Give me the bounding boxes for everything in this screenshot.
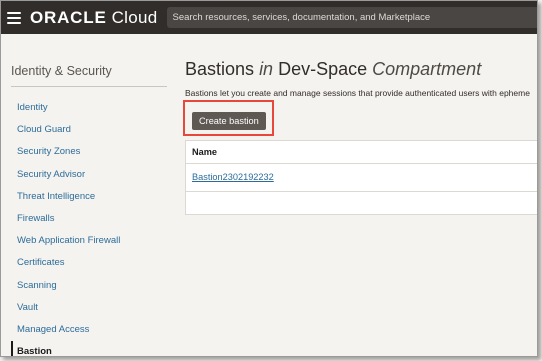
sidebar-item-managed-access[interactable]: Managed Access bbox=[11, 319, 171, 341]
top-navigation-bar: ORACLE Cloud Search resources, services,… bbox=[1, 1, 537, 34]
console-window: ORACLE Cloud Search resources, services,… bbox=[0, 0, 538, 357]
sidebar-item-vault[interactable]: Vault bbox=[11, 297, 171, 319]
search-placeholder: Search resources, services, documentatio… bbox=[172, 12, 431, 23]
page-title: Bastions in Dev-Space Compartment bbox=[185, 59, 481, 80]
table-toolbar: Create bastion bbox=[183, 100, 537, 141]
create-bastion-button[interactable]: Create bastion bbox=[192, 112, 266, 130]
sidebar-item-threat-intelligence[interactable]: Threat Intelligence bbox=[11, 186, 171, 208]
table-divider bbox=[186, 191, 537, 192]
sidebar-item-web-application-firewall[interactable]: Web Application Firewall bbox=[11, 230, 171, 252]
search-input[interactable]: Search resources, services, documentatio… bbox=[166, 7, 537, 28]
page-description: Bastions let you create and manage sessi… bbox=[185, 88, 530, 98]
brand-oracle: ORACLE bbox=[30, 7, 107, 27]
bastions-table: Name Bastion2302192232 bbox=[185, 140, 537, 215]
page-title-suffix: Compartment bbox=[372, 59, 482, 79]
sidebar-title: Identity & Security bbox=[11, 64, 112, 78]
sidebar-item-scanning[interactable]: Scanning bbox=[11, 275, 171, 297]
sidebar-item-identity[interactable]: Identity bbox=[11, 97, 171, 119]
sidebar-divider bbox=[11, 86, 167, 87]
oracle-cloud-logo[interactable]: ORACLE Cloud bbox=[30, 8, 158, 28]
bastion-name-link[interactable]: Bastion2302192232 bbox=[192, 172, 274, 182]
page-title-compartment: Dev-Space bbox=[278, 59, 368, 79]
main-content: Bastions in Dev-Space Compartment Bastio… bbox=[183, 34, 537, 356]
page-title-resource: Bastions bbox=[185, 59, 255, 79]
sidebar-item-cloud-guard[interactable]: Cloud Guard bbox=[11, 119, 171, 141]
sidebar-item-security-zones[interactable]: Security Zones bbox=[11, 141, 171, 163]
table-divider bbox=[186, 163, 537, 164]
sidebar-item-bastion[interactable]: Bastion bbox=[11, 341, 171, 356]
hamburger-menu-icon[interactable] bbox=[7, 11, 21, 24]
sidebar: Identity & Security Identity Cloud Guard… bbox=[1, 34, 177, 356]
sidebar-nav: Identity Cloud Guard Security Zones Secu… bbox=[11, 97, 171, 356]
page-title-in: in bbox=[259, 59, 274, 79]
sidebar-item-firewalls[interactable]: Firewalls bbox=[11, 208, 171, 230]
sidebar-item-security-advisor[interactable]: Security Advisor bbox=[11, 164, 171, 186]
brand-cloud: Cloud bbox=[111, 7, 158, 27]
sidebar-item-certificates[interactable]: Certificates bbox=[11, 252, 171, 274]
column-header-name[interactable]: Name bbox=[192, 147, 217, 157]
